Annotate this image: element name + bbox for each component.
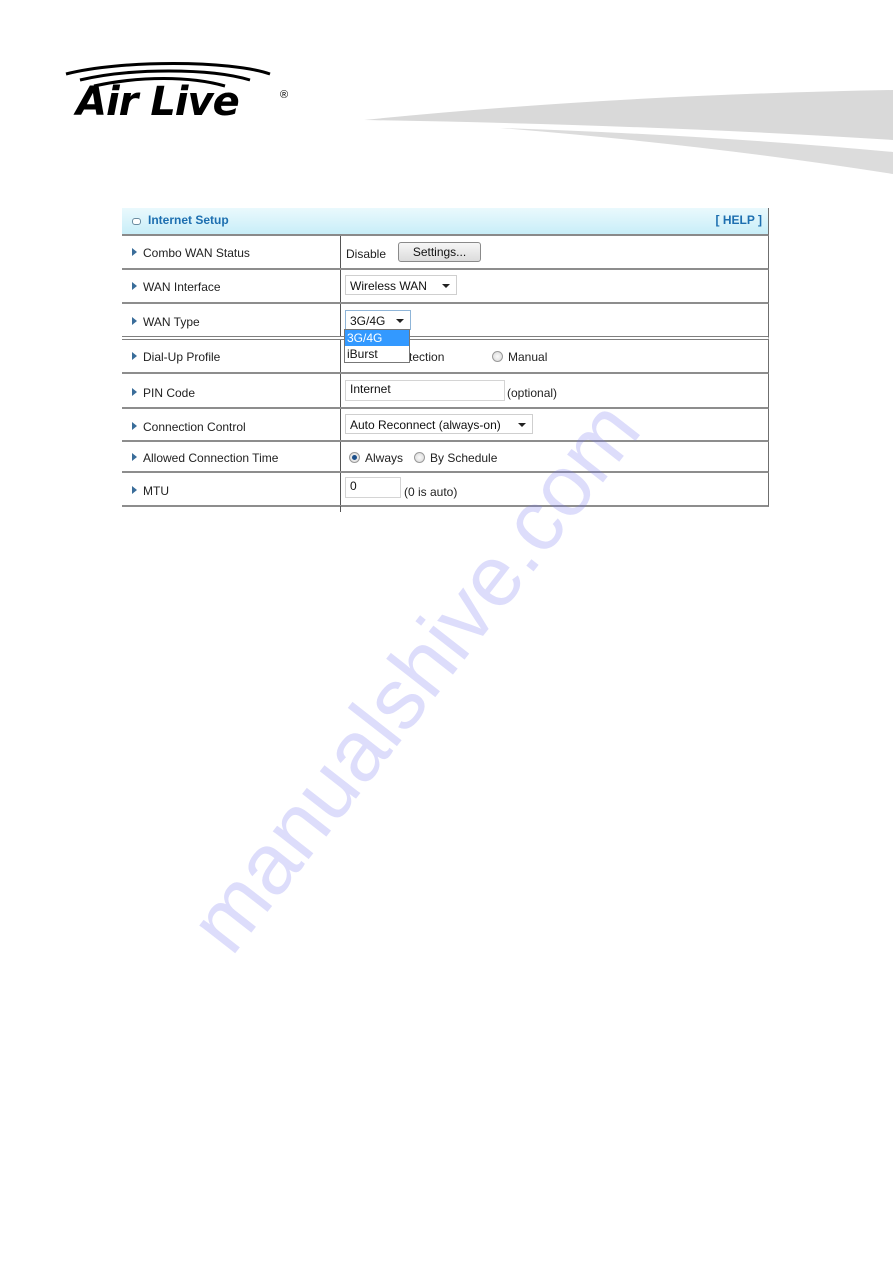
always-label: Always (365, 451, 404, 465)
label-allowed-connection-time: Allowed Connection Time (143, 451, 279, 465)
connection-control-select[interactable]: Auto Reconnect (always-on) (345, 414, 533, 434)
row-mtu: MTU 0 (0 is auto) (122, 473, 769, 507)
label-dialup-profile: Dial-Up Profile (143, 350, 221, 364)
wan-type-selected: 3G/4G (350, 314, 386, 328)
label-mtu: MTU (143, 484, 169, 498)
wan-type-select[interactable]: 3G/4G (345, 310, 411, 330)
wan-type-dropdown-list: 3G/4G iBurst (344, 329, 410, 363)
arrow-right-icon (132, 352, 137, 360)
airlive-logo: Air Live ® (60, 62, 300, 132)
arrow-right-icon (132, 282, 137, 290)
arrow-right-icon (132, 317, 137, 325)
wan-type-option-iburst[interactable]: iBurst (345, 346, 409, 362)
chevron-down-icon (396, 319, 404, 323)
label-pin-code: PIN Code (143, 386, 196, 400)
combo-wan-status-value: Disable (346, 247, 387, 261)
wan-interface-select[interactable]: Wireless WAN (345, 275, 457, 295)
row-wan-interface: WAN Interface Wireless WAN (122, 270, 769, 304)
bullet-icon (132, 218, 141, 225)
by-schedule-label: By Schedule (430, 451, 498, 465)
row-connection-control: Connection Control Auto Reconnect (alway… (122, 409, 769, 442)
pin-code-hint: (optional) (507, 386, 558, 400)
arrow-right-icon (132, 248, 137, 256)
arrow-right-icon (132, 388, 137, 396)
header-swoosh-decoration (364, 90, 893, 174)
pin-code-input[interactable]: Internet (345, 380, 505, 401)
row-pin-code: PIN Code Internet (optional) (122, 374, 769, 409)
label-combo-wan-status: Combo WAN Status (143, 246, 250, 260)
row-allowed-connection-time: Allowed Connection Time Always By Schedu… (122, 442, 769, 473)
radio-manual[interactable] (492, 351, 503, 362)
manual-label: Manual (508, 350, 548, 364)
connection-control-selected: Auto Reconnect (always-on) (350, 418, 501, 432)
label-wan-type: WAN Type (143, 315, 200, 329)
arrow-right-icon (132, 486, 137, 494)
arrow-right-icon (132, 453, 137, 461)
panel-header: Internet Setup [ HELP ] (122, 208, 769, 236)
mtu-hint: (0 is auto) (404, 485, 458, 499)
wan-type-option-3g4g[interactable]: 3G/4G (345, 330, 409, 346)
mtu-input[interactable]: 0 (345, 477, 401, 498)
row-combo-wan-status: Combo WAN Status Disable Settings... (122, 236, 769, 270)
registered-mark: ® (280, 89, 289, 101)
chevron-down-icon (442, 284, 450, 288)
chevron-down-icon (518, 423, 526, 427)
row-wan-type: WAN Type 3G/4G (122, 304, 769, 340)
brand-name: Air Live (76, 79, 240, 125)
settings-button[interactable]: Settings... (398, 242, 481, 262)
label-connection-control: Connection Control (143, 420, 246, 434)
row-dialup-profile: Dial-Up Profile Auto-Detection Manual (122, 340, 769, 374)
radio-always[interactable] (349, 452, 360, 463)
help-link[interactable]: [ HELP ] (716, 213, 762, 227)
panel-title: Internet Setup (148, 213, 229, 227)
internet-setup-panel: Internet Setup [ HELP ] Combo WAN Status… (122, 208, 769, 507)
wan-interface-selected: Wireless WAN (350, 279, 427, 293)
column-divider (340, 506, 341, 512)
radio-by-schedule[interactable] (414, 452, 425, 463)
arrow-right-icon (132, 422, 137, 430)
label-wan-interface: WAN Interface (143, 280, 221, 294)
